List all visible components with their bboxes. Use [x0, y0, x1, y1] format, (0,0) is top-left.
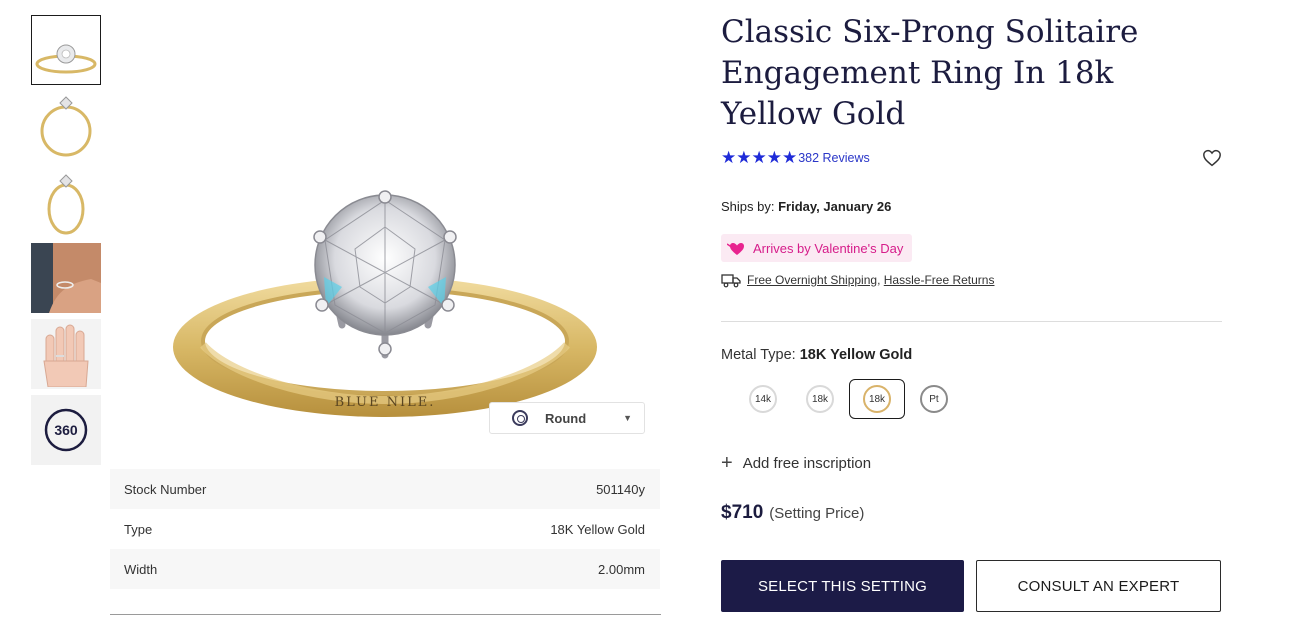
specs-table: Stock Number 501140y Type 18K Yellow Gol… [110, 469, 660, 589]
free-shipping-link[interactable]: Free Overnight Shipping [747, 273, 877, 287]
metal-type-label: Metal Type: [721, 347, 796, 363]
thumbnail-360-view[interactable]: 360 [31, 395, 101, 465]
thumbnail-ring-angle[interactable] [31, 167, 101, 237]
price: $710 (Setting Price) [721, 502, 864, 524]
thumbnail-list: 360 [31, 15, 101, 471]
metal-type-value: 18K Yellow Gold [799, 347, 913, 363]
spec-row-stock-number: Stock Number 501140y [110, 469, 660, 509]
spec-label: Width [124, 561, 158, 577]
hand-closeup-image [31, 243, 101, 313]
select-setting-button[interactable]: SELECT THIS SETTING [721, 560, 964, 612]
hand-image [43, 324, 89, 387]
thumbnail-ring-on-hand[interactable] [31, 319, 101, 389]
thumbnail-ring-on-hand-closeup[interactable] [31, 243, 101, 313]
spec-label: Stock Number [124, 481, 207, 497]
rating: ★★★★★ 382 Reviews [721, 149, 870, 166]
ring-front-image [35, 44, 97, 74]
price-note: (Setting Price) [769, 505, 865, 522]
truck-icon [721, 274, 741, 288]
ships-date: Friday, January 26 [778, 199, 892, 214]
shape-select-value: Round [545, 410, 587, 426]
plus-icon: + [721, 452, 733, 474]
shipping-info: Free Overnight Shipping , Hassle-Free Re… [721, 272, 994, 288]
caret-down-icon: ▼ [623, 413, 632, 423]
ring-side-image [40, 96, 92, 157]
360-label: 360 [54, 422, 78, 438]
metal-option-18k-yellow[interactable]: 18k [849, 379, 905, 419]
metal-option-18k-white[interactable]: 18k [792, 379, 848, 419]
free-returns-link[interactable]: Hassle-Free Returns [884, 273, 995, 287]
star-rating-icon: ★★★★★ [721, 148, 798, 167]
metal-option-14k[interactable]: 14k [735, 379, 791, 419]
round-diamond-icon [512, 410, 528, 426]
spec-value: 18K Yellow Gold [550, 521, 645, 537]
reviews-link[interactable]: 382 Reviews [798, 151, 870, 165]
wishlist-heart-icon[interactable] [1202, 149, 1222, 167]
thumbnail-ring-front[interactable] [31, 15, 101, 85]
metal-swatch: Pt [920, 385, 948, 413]
spec-row-type: Type 18K Yellow Gold [110, 509, 660, 549]
product-title: Classic Six-Prong Solitaire Engagement R… [721, 14, 1139, 132]
ships-by: Ships by: Friday, January 26 [721, 199, 891, 214]
metal-option-platinum[interactable]: Pt [906, 379, 962, 419]
valentine-text: Arrives by Valentine's Day [753, 240, 904, 256]
360-icon: 360 [44, 408, 88, 452]
spec-value: 2.00mm [598, 561, 645, 577]
inscription-label: Add free inscription [742, 454, 872, 472]
ring-angle-image [47, 174, 85, 235]
valentine-badge: Arrives by Valentine's Day [721, 234, 913, 262]
main-product-image: BLUE NILE. [110, 15, 660, 455]
specs-divider [110, 614, 661, 615]
add-inscription-button[interactable]: + Add free inscription [721, 453, 871, 473]
spec-label: Type [124, 521, 153, 537]
ring-image: BLUE NILE. [173, 190, 597, 417]
heart-arrow-icon [727, 243, 744, 255]
shipping-separator: , [877, 273, 881, 287]
spec-value: 501140y [596, 481, 645, 497]
metal-swatch: 18k [863, 385, 891, 413]
consult-expert-button[interactable]: CONSULT AN EXPERT [976, 560, 1221, 612]
spec-row-width: Width 2.00mm [110, 549, 660, 589]
price-amount: $710 [721, 502, 764, 523]
thumbnail-ring-side[interactable] [31, 91, 101, 161]
metal-type: Metal Type: 18K Yellow Gold [721, 347, 912, 363]
product-details-panel: Classic Six-Prong Solitaire Engagement R… [721, 12, 1222, 612]
ships-label: Ships by: [721, 199, 775, 214]
diamond-shape-select[interactable]: Round ▼ [489, 402, 645, 434]
section-divider [721, 321, 1222, 322]
ring-engraving: BLUE NILE. [335, 395, 436, 410]
metal-swatch: 14k [749, 385, 777, 413]
metal-swatch: 18k [806, 385, 834, 413]
metal-swatches: 14k 18k 18k Pt [735, 379, 963, 419]
